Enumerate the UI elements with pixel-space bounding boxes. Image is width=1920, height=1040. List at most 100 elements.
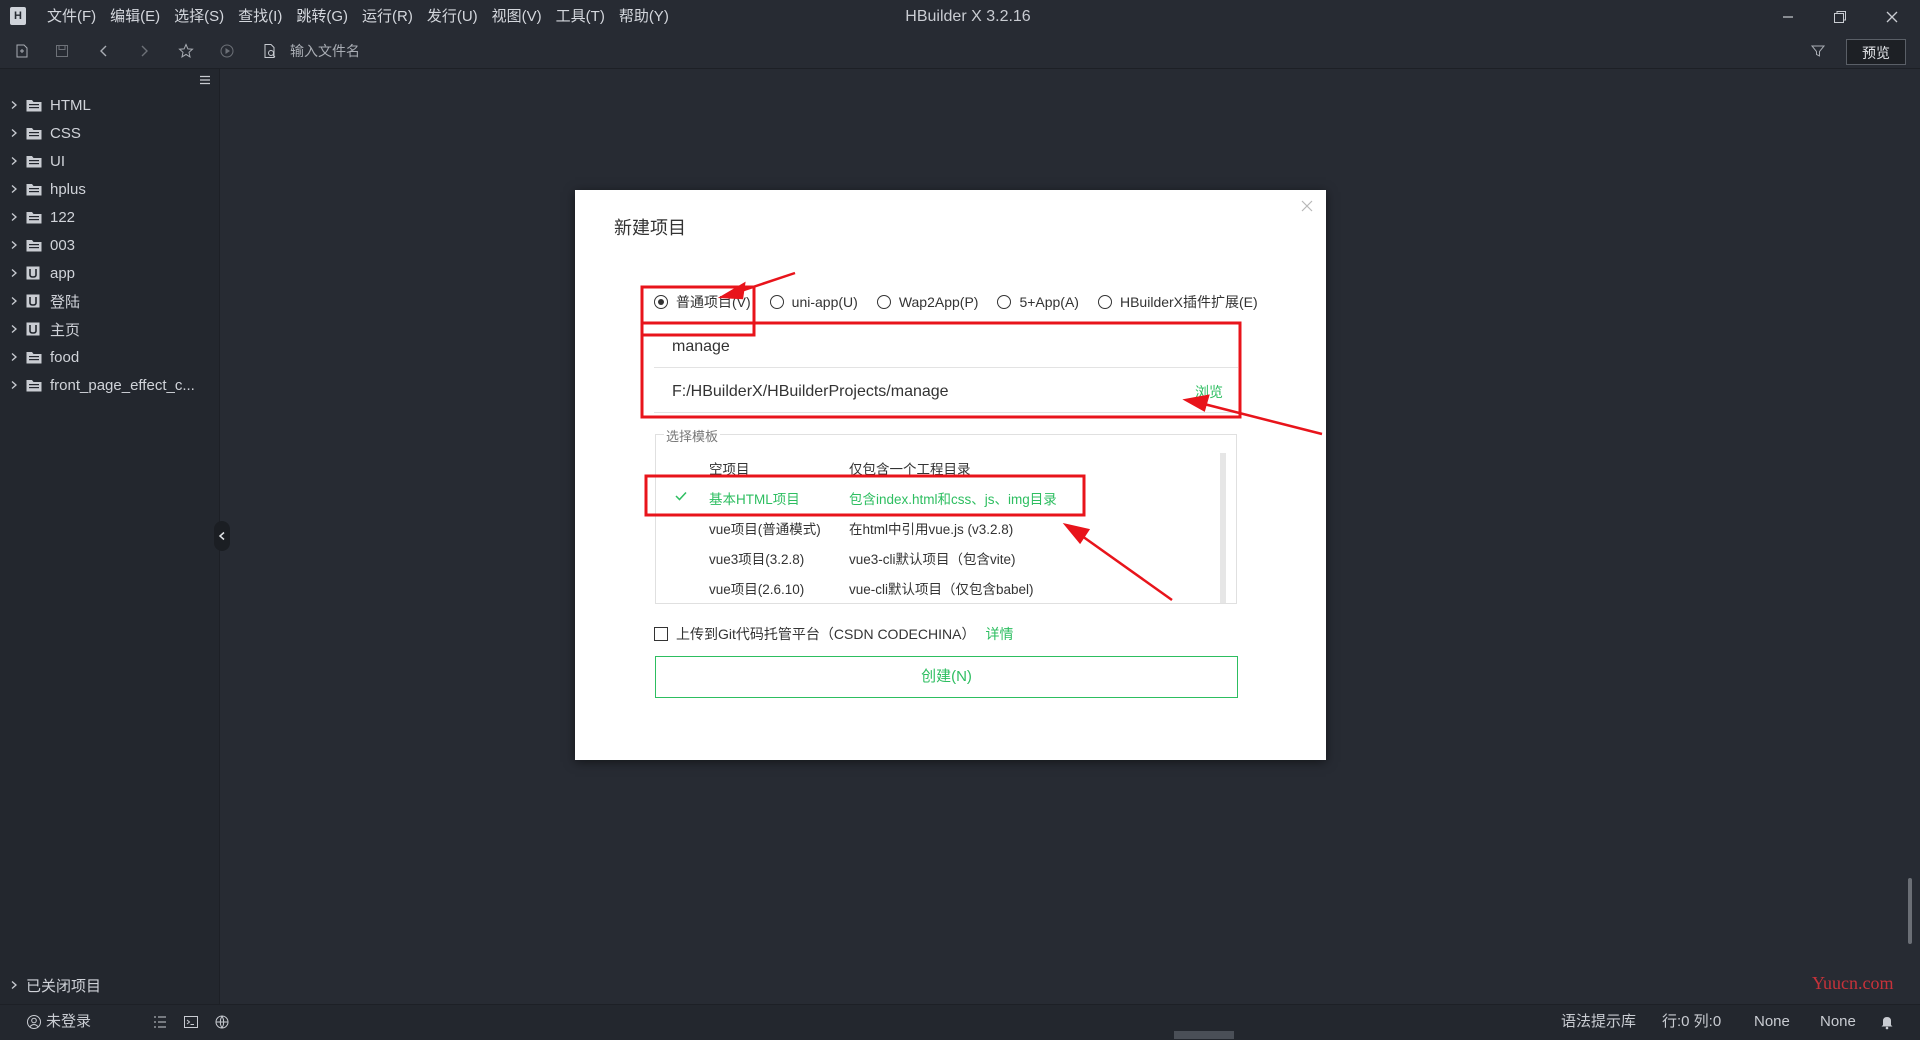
project-item[interactable]: front_page_effect_c... <box>0 371 219 399</box>
close-icon <box>1886 11 1898 23</box>
menu-select[interactable]: 选择(S) <box>167 0 231 34</box>
menu-help[interactable]: 帮助(Y) <box>612 0 676 34</box>
restore-button[interactable] <box>1814 0 1866 34</box>
menu-file[interactable]: 文件(F) <box>40 0 103 34</box>
dialog-close-icon[interactable] <box>1299 198 1315 214</box>
git-upload-checkbox[interactable] <box>654 627 668 641</box>
project-label: 登陆 <box>50 293 81 311</box>
new-file-button[interactable] <box>8 38 36 64</box>
project-type-uniapp[interactable]: uni-app(U) <box>769 294 858 310</box>
menu-tools[interactable]: 工具(T) <box>549 0 612 34</box>
folder-icon <box>26 126 42 140</box>
project-item[interactable]: 主页 <box>0 315 219 343</box>
project-item[interactable]: 登陆 <box>0 287 219 315</box>
title-bar: H 文件(F) 编辑(E) 选择(S) 查找(I) 跳转(G) 运行(R) 发行… <box>0 0 1920 34</box>
chevron-right-icon[interactable] <box>10 324 22 334</box>
menu-find[interactable]: 查找(I) <box>231 0 289 34</box>
save-button[interactable] <box>48 38 76 64</box>
chevron-right-icon[interactable] <box>10 100 22 110</box>
horizontal-scrollbar[interactable] <box>1174 1031 1234 1039</box>
project-type-plugin[interactable]: HBuilderX插件扩展(E) <box>1097 292 1258 312</box>
template-row-vue3[interactable]: vue3项目(3.2.8) vue3-cli默认项目（包含vite) <box>656 543 1216 571</box>
menu-publish[interactable]: 发行(U) <box>420 0 485 34</box>
create-button[interactable]: 创建(N) <box>655 656 1238 698</box>
chevron-right-icon[interactable] <box>10 240 22 250</box>
project-type-label: uni-app(U) <box>791 294 858 310</box>
project-label: hplus <box>50 180 86 198</box>
project-label: UI <box>50 152 65 170</box>
syntax-library[interactable]: 语法提示库 <box>1561 1005 1636 1039</box>
closed-projects[interactable]: 已关闭项目 <box>0 972 101 998</box>
menu-edit[interactable]: 编辑(E) <box>103 0 167 34</box>
template-scrollbar[interactable] <box>1220 453 1226 603</box>
cursor-position[interactable]: 行:0 列:0 <box>1662 1005 1721 1039</box>
project-type-5plusapp[interactable]: 5+App(A) <box>997 294 1079 310</box>
git-details-link[interactable]: 详情 <box>985 624 1013 644</box>
closed-projects-label: 已关闭项目 <box>26 977 102 995</box>
chevron-right-icon[interactable] <box>10 296 22 306</box>
hbuilder-logo-icon: H <box>10 7 26 25</box>
browse-link[interactable]: 浏览 <box>1195 382 1223 402</box>
chevron-right-icon[interactable] <box>10 268 22 278</box>
radio-uniapp[interactable] <box>769 295 784 309</box>
user-icon[interactable] <box>26 1014 42 1030</box>
hamburger-icon <box>200 75 210 85</box>
radio-wap2app[interactable] <box>876 295 891 309</box>
template-row-vue2[interactable]: vue项目(2.6.10) vue-cli默认项目（仅包含babel) <box>656 573 1216 601</box>
project-path-input[interactable] <box>670 372 1154 412</box>
chevron-right-icon[interactable] <box>10 380 22 390</box>
project-label: 主页 <box>50 321 81 339</box>
menu-view[interactable]: 视图(V) <box>485 0 549 34</box>
project-item[interactable]: food <box>0 343 219 371</box>
preview-button[interactable]: 预览 <box>1846 39 1906 65</box>
template-row-basic-html[interactable]: 基本HTML项目 包含index.html和css、js、img目录 <box>656 483 1216 511</box>
radio-plugin[interactable] <box>1097 295 1112 309</box>
menu-goto[interactable]: 跳转(G) <box>289 0 355 34</box>
project-name-input[interactable] <box>670 327 1154 367</box>
restore-icon <box>1834 11 1846 23</box>
chevron-right-icon[interactable] <box>10 156 22 166</box>
run-button[interactable] <box>213 38 241 64</box>
language-status[interactable]: None <box>1820 1005 1856 1039</box>
minimize-button[interactable] <box>1762 0 1814 34</box>
project-label: HTML <box>50 96 91 114</box>
project-item[interactable]: UI <box>0 147 219 175</box>
close-button[interactable] <box>1866 0 1918 34</box>
project-item[interactable]: app <box>0 259 219 287</box>
vertical-scrollbar[interactable] <box>1908 878 1912 944</box>
project-type-label: 普通项目(V) <box>676 294 751 310</box>
chevron-right-icon[interactable] <box>10 212 22 222</box>
sidebar-collapse-handle[interactable] <box>214 521 230 551</box>
forward-button[interactable] <box>130 38 158 64</box>
project-item[interactable]: CSS <box>0 119 219 147</box>
filter-button[interactable] <box>1804 38 1832 64</box>
chevron-right-icon[interactable] <box>10 352 22 362</box>
browser-icon[interactable] <box>214 1014 230 1030</box>
template-row-empty[interactable]: 空项目 仅包含一个工程目录 <box>656 453 1216 481</box>
bell-icon[interactable] <box>1880 1014 1894 1030</box>
terminal-icon[interactable] <box>183 1014 199 1030</box>
project-type-wap2app[interactable]: Wap2App(P) <box>876 294 978 310</box>
chevron-right-icon[interactable] <box>10 128 22 138</box>
back-button[interactable] <box>90 38 118 64</box>
outline-icon[interactable] <box>152 1014 168 1030</box>
project-item[interactable]: 122 <box>0 203 219 231</box>
chevron-right-icon[interactable] <box>10 184 22 194</box>
template-row-vue-normal[interactable]: vue项目(普通模式) 在html中引用vue.js (v3.2.8) <box>656 513 1216 541</box>
radio-normal[interactable] <box>654 295 668 309</box>
project-item[interactable]: hplus <box>0 175 219 203</box>
chevron-left-icon <box>218 531 225 541</box>
encoding-status[interactable]: None <box>1754 1005 1790 1039</box>
status-bar: 未登录 语法提示库 行:0 列:0 None None <box>0 1004 1920 1040</box>
radio-5plusapp[interactable] <box>997 295 1012 309</box>
watermark: Yuucn.com <box>1812 973 1894 993</box>
project-label: CSS <box>50 124 81 142</box>
login-status[interactable]: 未登录 <box>46 1005 91 1039</box>
project-type-normal[interactable]: 普通项目(V) <box>654 292 751 312</box>
sidebar-menu-button[interactable] <box>198 73 212 91</box>
project-item[interactable]: HTML <box>0 91 219 119</box>
menu-run[interactable]: 运行(R) <box>355 0 420 34</box>
favorite-button[interactable] <box>172 38 200 64</box>
project-item[interactable]: 003 <box>0 231 219 259</box>
file-search-input[interactable] <box>288 42 652 60</box>
